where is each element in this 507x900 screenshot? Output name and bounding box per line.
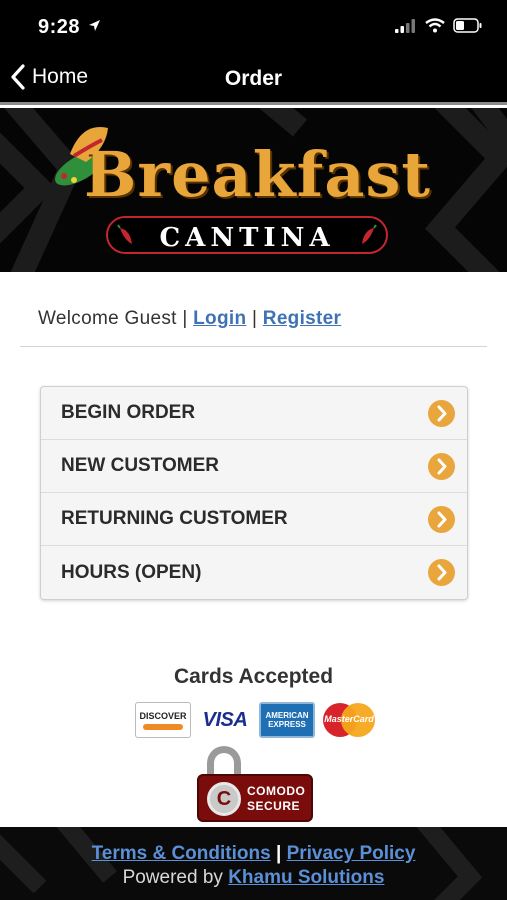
cellular-signal-icon <box>395 18 415 33</box>
location-arrow-icon <box>89 20 100 31</box>
chili-pepper-icon <box>362 224 377 244</box>
welcome-text: Welcome Guest <box>38 308 177 329</box>
page-title: Order <box>224 67 283 90</box>
brand-subtitle: CANTINA <box>159 223 335 253</box>
footer-separator: | <box>275 843 282 864</box>
mastercard-logo: MasterCard <box>321 702 377 738</box>
discover-card-logo: DISCOVER <box>135 702 191 738</box>
menu-item-label: BEGIN ORDER <box>61 402 196 423</box>
privacy-link[interactable]: Privacy Policy <box>287 843 416 864</box>
khamu-solutions-link[interactable]: Khamu Solutions <box>228 867 384 888</box>
battery-icon <box>453 18 482 33</box>
status-time: 9:28 <box>38 16 81 38</box>
status-bar: 9:28 <box>0 0 507 56</box>
powered-by: Powered by Khamu Solutions <box>0 867 507 889</box>
chevron-right-icon <box>428 559 455 586</box>
chevron-right-icon <box>428 400 455 427</box>
footer-links: Terms & Conditions | Privacy Policy <box>0 843 507 865</box>
brand-subtitle-plate: CANTINA <box>106 216 388 254</box>
welcome-separator: | <box>182 308 188 329</box>
amex-card-logo: AMERICAN EXPRESS <box>259 702 315 738</box>
menu-item-begin-order[interactable]: BEGIN ORDER <box>41 387 467 440</box>
menu-item-hours[interactable]: HOURS (OPEN) <box>41 546 467 599</box>
brand-name: Breakfast <box>84 138 432 211</box>
cards-row: DISCOVER VISA AMERICAN EXPRESS MasterCar… <box>135 702 377 738</box>
menu-item-label: NEW CUSTOMER <box>61 455 219 476</box>
comodo-secure-badge: C COMODO SECURE <box>193 746 315 826</box>
menu-item-new-customer[interactable]: NEW CUSTOMER <box>41 440 467 493</box>
footer: Terms & Conditions | Privacy Policy Powe… <box>0 827 507 900</box>
menu-item-label: HOURS (OPEN) <box>61 561 202 583</box>
brand-banner: Breakfast CANTINA <box>0 108 507 272</box>
login-link[interactable]: Login <box>193 308 246 329</box>
status-indicators <box>395 18 483 33</box>
powered-by-text: Powered by <box>122 867 223 888</box>
chevron-right-icon <box>428 506 455 533</box>
menu-item-label: RETURNING CUSTOMER <box>61 508 288 529</box>
visa-card-logo: VISA <box>197 702 253 738</box>
welcome-line: Welcome Guest | Login | Register <box>38 308 341 330</box>
register-link[interactable]: Register <box>263 308 341 329</box>
cards-accepted-title: Cards Accepted <box>173 665 334 688</box>
nav-bar: Home Order <box>0 56 507 105</box>
order-menu: BEGIN ORDER NEW CUSTOMER RETURNING CUSTO… <box>40 386 468 600</box>
chevron-right-icon <box>428 453 455 480</box>
welcome-separator: | <box>251 308 258 329</box>
terms-link[interactable]: Terms & Conditions <box>92 843 271 864</box>
wifi-icon <box>425 18 445 33</box>
menu-item-returning-customer[interactable]: RETURNING CUSTOMER <box>41 493 467 546</box>
divider <box>20 346 487 347</box>
